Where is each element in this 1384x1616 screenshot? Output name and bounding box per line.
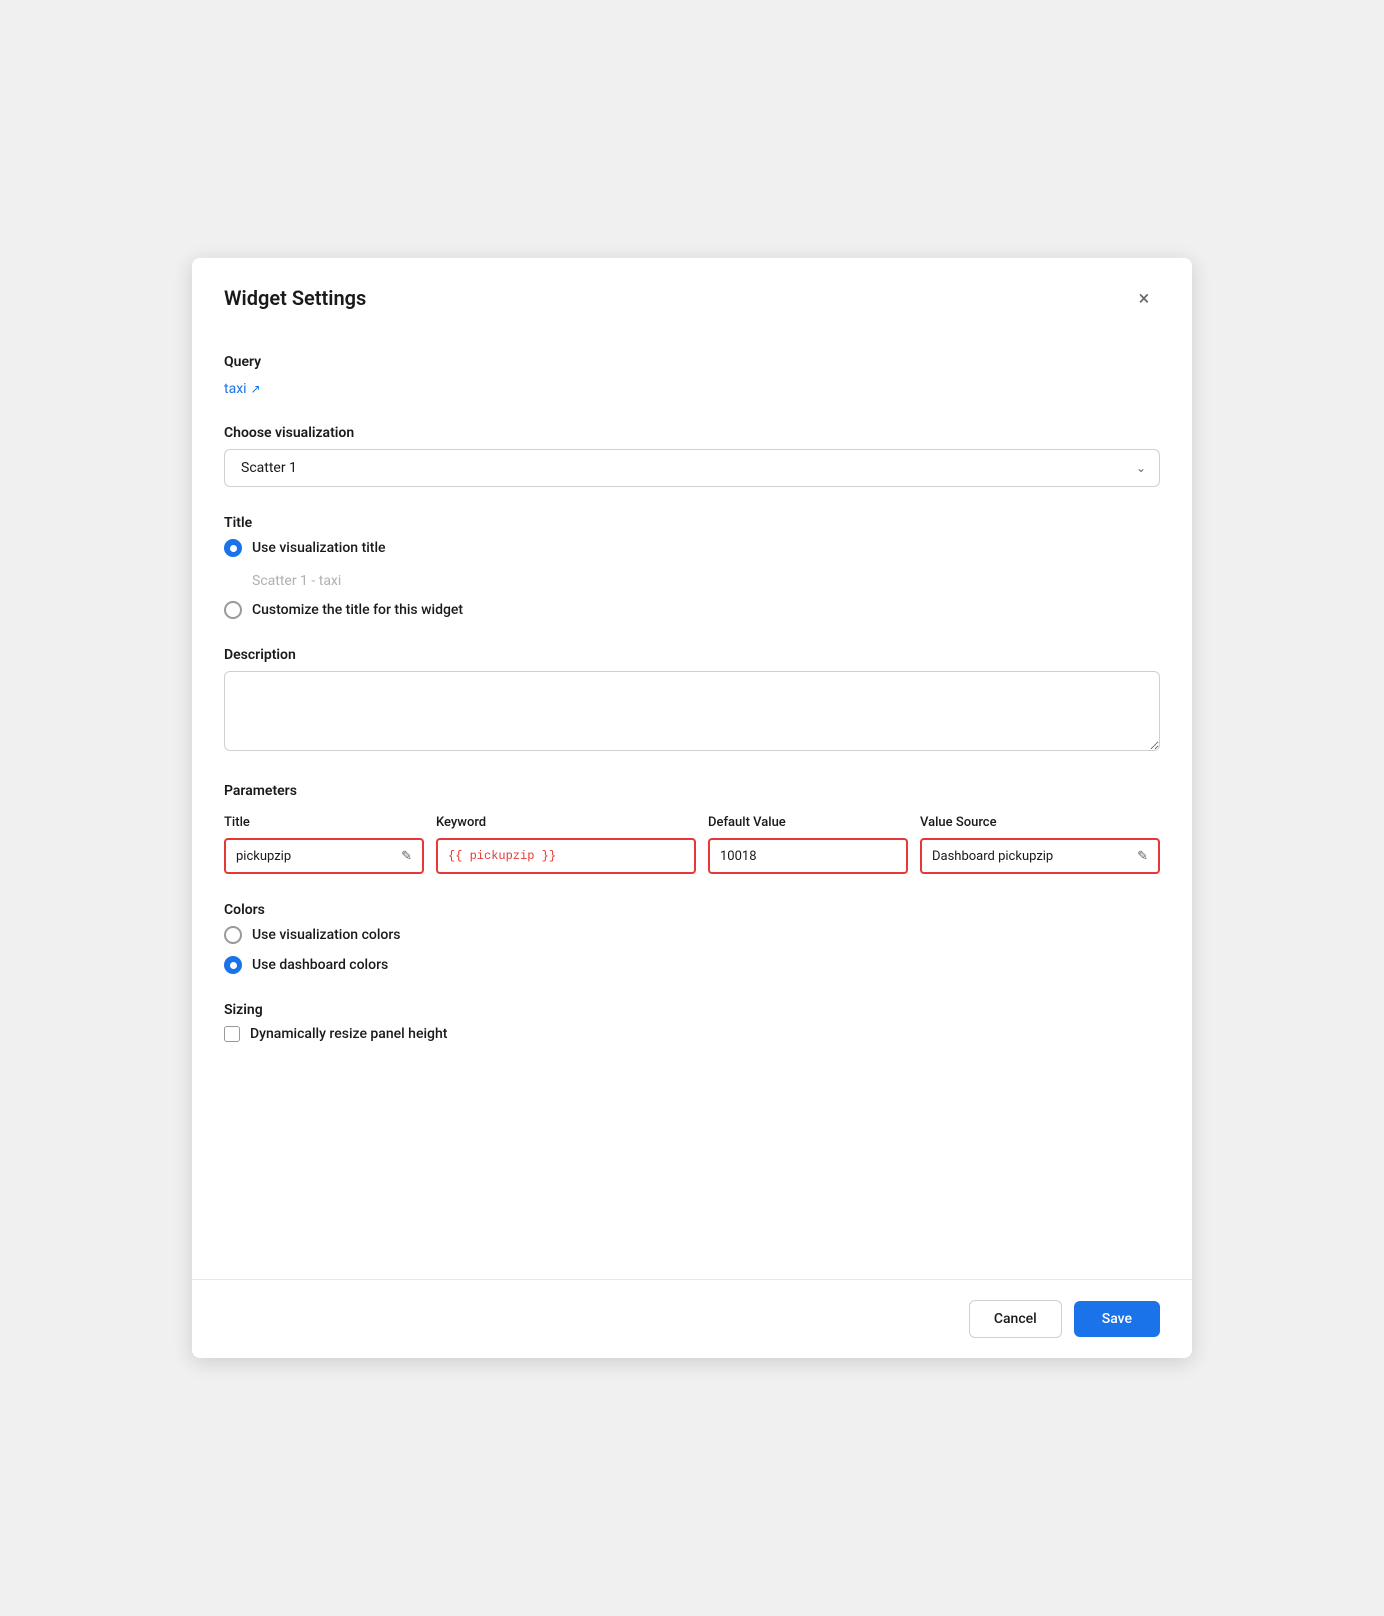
radio-use-viz-title-indicator bbox=[224, 539, 242, 557]
radio-viz-colors-label: Use visualization colors bbox=[252, 927, 400, 943]
dialog-title: Widget Settings bbox=[224, 286, 366, 310]
widget-settings-dialog: Widget Settings × Query taxi ↗ Choose vi… bbox=[192, 258, 1192, 1358]
radio-use-viz-title-label: Use visualization title bbox=[252, 540, 386, 556]
colors-radio-group: Use visualization colors Use dashboard c… bbox=[224, 926, 1160, 974]
description-textarea[interactable] bbox=[224, 671, 1160, 751]
radio-viz-colors[interactable]: Use visualization colors bbox=[224, 926, 1160, 944]
radio-customize-title-label: Customize the title for this widget bbox=[252, 602, 463, 618]
param-default-value: 10018 bbox=[720, 849, 757, 864]
param-value-source-cell[interactable]: Dashboard pickupzip ✎ bbox=[920, 838, 1160, 874]
dialog-header: Widget Settings × bbox=[192, 258, 1192, 330]
sizing-label: Sizing bbox=[224, 1002, 1160, 1018]
close-icon: × bbox=[1139, 286, 1150, 310]
title-label: Title bbox=[224, 515, 1160, 531]
param-title-value: pickupzip bbox=[236, 849, 291, 864]
query-label: Query bbox=[224, 354, 1160, 370]
parameters-label: Parameters bbox=[224, 783, 1160, 799]
colors-section: Colors Use visualization colors Use dash… bbox=[224, 902, 1160, 974]
radio-dashboard-colors-indicator bbox=[224, 956, 242, 974]
title-radio-group: Use visualization title Scatter 1 - taxi… bbox=[224, 539, 1160, 619]
param-title-cell[interactable]: pickupzip ✎ bbox=[224, 838, 424, 874]
dynamic-resize-checkbox-indicator bbox=[224, 1026, 240, 1042]
param-title-edit-icon[interactable]: ✎ bbox=[401, 849, 412, 864]
query-section: Query taxi ↗ bbox=[224, 354, 1160, 397]
dialog-body: Query taxi ↗ Choose visualization Scatte… bbox=[192, 330, 1192, 1279]
title-section: Title Use visualization title Scatter 1 … bbox=[224, 515, 1160, 619]
param-keyword-value: {{ pickupzip }} bbox=[448, 849, 556, 863]
radio-dashboard-colors-label: Use dashboard colors bbox=[252, 957, 388, 973]
param-default-value-cell[interactable]: 10018 bbox=[708, 838, 908, 874]
radio-customize-title[interactable]: Customize the title for this widget bbox=[224, 601, 1160, 619]
sizing-section: Sizing Dynamically resize panel height bbox=[224, 1002, 1160, 1042]
description-section: Description bbox=[224, 647, 1160, 755]
param-value-source-edit-icon[interactable]: ✎ bbox=[1137, 849, 1148, 864]
radio-use-viz-title[interactable]: Use visualization title bbox=[224, 539, 1160, 557]
visualization-select[interactable]: Scatter 1 Bar 1 Line 1 Table 1 bbox=[224, 449, 1160, 487]
col-keyword: Keyword bbox=[436, 815, 696, 830]
visualization-label: Choose visualization bbox=[224, 425, 1160, 441]
table-row: pickupzip ✎ {{ pickupzip }} 10018 Dashbo… bbox=[224, 838, 1160, 874]
colors-label: Colors bbox=[224, 902, 1160, 918]
dynamic-resize-label: Dynamically resize panel height bbox=[250, 1026, 447, 1042]
col-default-value: Default Value bbox=[708, 815, 908, 830]
external-link-icon: ↗ bbox=[251, 382, 261, 396]
save-button[interactable]: Save bbox=[1074, 1301, 1160, 1337]
col-value-source: Value Source bbox=[920, 815, 1160, 830]
parameters-section: Parameters Title Keyword Default Value V… bbox=[224, 783, 1160, 874]
cancel-button[interactable]: Cancel bbox=[969, 1300, 1062, 1338]
radio-viz-colors-indicator bbox=[224, 926, 242, 944]
close-button[interactable]: × bbox=[1128, 282, 1160, 314]
query-link-text: taxi bbox=[224, 381, 247, 397]
dialog-footer: Cancel Save bbox=[192, 1279, 1192, 1358]
param-value-source-value: Dashboard pickupzip bbox=[932, 849, 1053, 864]
parameters-header: Title Keyword Default Value Value Source bbox=[224, 815, 1160, 830]
parameters-table: Title Keyword Default Value Value Source… bbox=[224, 815, 1160, 874]
title-preview: Scatter 1 - taxi bbox=[252, 573, 1160, 589]
visualization-select-wrapper: Scatter 1 Bar 1 Line 1 Table 1 ⌄ bbox=[224, 449, 1160, 487]
col-title: Title bbox=[224, 815, 424, 830]
visualization-section: Choose visualization Scatter 1 Bar 1 Lin… bbox=[224, 425, 1160, 487]
query-link[interactable]: taxi ↗ bbox=[224, 381, 261, 397]
param-keyword-cell[interactable]: {{ pickupzip }} bbox=[436, 838, 696, 874]
radio-dashboard-colors[interactable]: Use dashboard colors bbox=[224, 956, 1160, 974]
description-label: Description bbox=[224, 647, 1160, 663]
checkbox-dynamic-resize[interactable]: Dynamically resize panel height bbox=[224, 1026, 1160, 1042]
radio-customize-title-indicator bbox=[224, 601, 242, 619]
